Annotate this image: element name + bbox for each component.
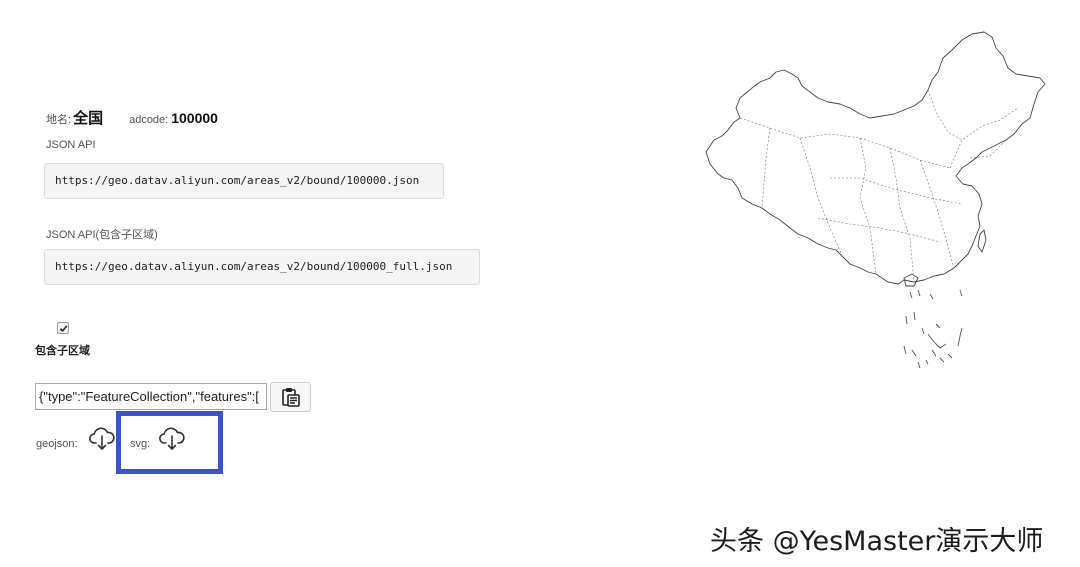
taiwan-island xyxy=(977,229,987,254)
copy-button[interactable] xyxy=(270,382,311,412)
china-map xyxy=(705,31,1046,369)
cloud-download-icon xyxy=(89,427,115,450)
watermark: 头条 @YesMaster演示大师 xyxy=(710,526,1044,557)
region-info: 地名: 全国 adcode: 100000 xyxy=(46,107,218,128)
json-api-full-title: JSON API(包含子区域) xyxy=(46,229,158,241)
geojson-download-label: geojson: xyxy=(36,438,78,450)
include-sub-checkbox-wrap[interactable] xyxy=(57,322,69,334)
place-name-label: 地名: xyxy=(46,114,72,126)
adcode-label: adcode: xyxy=(129,114,169,126)
json-api-title: JSON API xyxy=(46,139,96,151)
check-icon xyxy=(59,324,67,332)
cloud-download-icon xyxy=(159,427,185,450)
json-api-url[interactable]: https://geo.datav.aliyun.com/areas_v2/bo… xyxy=(44,163,444,199)
include-sub-label: 包含子区域 xyxy=(35,345,90,357)
province-borders xyxy=(739,89,1019,283)
include-sub-checkbox[interactable] xyxy=(57,322,69,334)
svg-download-button[interactable] xyxy=(158,424,186,457)
china-outline xyxy=(705,31,1046,285)
svg-download-label: svg: xyxy=(130,438,151,450)
json-api-full-url[interactable]: https://geo.datav.aliyun.com/areas_v2/bo… xyxy=(44,249,480,285)
clipboard-icon xyxy=(281,388,300,407)
south-sea-islands xyxy=(903,289,963,369)
geojson-download-button[interactable] xyxy=(88,424,116,457)
geojson-output-input[interactable] xyxy=(35,383,267,410)
place-name: 全国 xyxy=(73,110,104,127)
adcode-value: 100000 xyxy=(171,110,218,126)
